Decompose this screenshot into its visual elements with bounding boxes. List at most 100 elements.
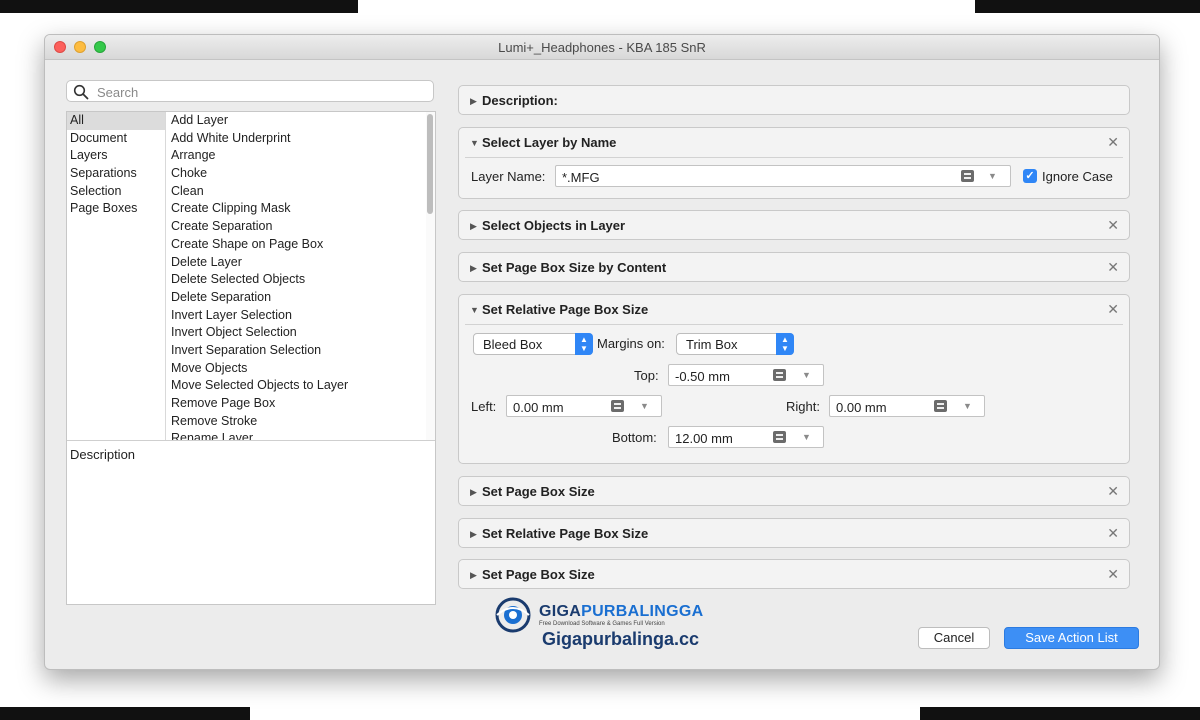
disclosure-right-icon[interactable]: ▶ bbox=[470, 263, 477, 274]
cancel-button[interactable]: Cancel bbox=[918, 627, 990, 649]
action-item[interactable]: Move Objects bbox=[166, 360, 424, 378]
frame-corner bbox=[0, 0, 358, 13]
save-action-list-button[interactable]: Save Action List bbox=[1004, 627, 1139, 649]
section-header[interactable]: ▼ Set Relative Page Box Size ✕ bbox=[459, 295, 1129, 324]
top-input[interactable] bbox=[673, 367, 772, 385]
layer-name-label: Layer Name: bbox=[471, 169, 546, 184]
chevron-down-icon[interactable]: ▼ bbox=[802, 432, 811, 442]
close-icon[interactable]: ✕ bbox=[1107, 483, 1119, 500]
variable-icon[interactable] bbox=[934, 400, 947, 412]
box-type-popup[interactable]: Bleed Box ▲ ▼ bbox=[473, 333, 593, 355]
action-item[interactable]: Arrange bbox=[166, 147, 424, 165]
left-label: Left: bbox=[471, 399, 497, 414]
disclosure-down-icon[interactable]: ▼ bbox=[470, 305, 479, 315]
section-set-page-box-size-by-content: ▶ Set Page Box Size by Content ✕ bbox=[458, 252, 1130, 282]
action-item[interactable]: Create Clipping Mask bbox=[166, 200, 424, 218]
description-panel: Description bbox=[67, 440, 435, 605]
action-item[interactable]: Invert Object Selection bbox=[166, 324, 424, 342]
watermark-brand-part2: PURBALINGGA bbox=[581, 603, 704, 620]
layer-name-input[interactable] bbox=[560, 168, 954, 186]
right-input[interactable] bbox=[834, 398, 933, 416]
title-bar: Lumi+_Headphones - KBA 185 SnR bbox=[45, 35, 1159, 60]
action-item[interactable]: Remove Page Box bbox=[166, 395, 424, 413]
right-field: ▼ bbox=[829, 395, 985, 417]
action-item[interactable]: Delete Layer bbox=[166, 254, 424, 272]
right-label: Right: bbox=[786, 399, 820, 414]
action-item[interactable]: Move Selected Objects to Layer bbox=[166, 377, 424, 395]
variable-icon[interactable] bbox=[961, 170, 974, 182]
left-field: ▼ bbox=[506, 395, 662, 417]
bottom-input[interactable] bbox=[673, 429, 772, 447]
action-item[interactable]: Add Layer bbox=[166, 112, 424, 130]
section-set-relative-page-box-size-2: ▶ Set Relative Page Box Size ✕ bbox=[458, 518, 1130, 548]
action-item[interactable]: Clean bbox=[166, 183, 424, 201]
margins-on-value: Trim Box bbox=[686, 337, 738, 352]
bottom-field: ▼ bbox=[668, 426, 824, 448]
section-header[interactable]: ▶ Set Page Box Size ✕ bbox=[459, 477, 1129, 506]
search-input[interactable] bbox=[95, 83, 429, 101]
disclosure-right-icon[interactable]: ▶ bbox=[470, 570, 477, 581]
category-item-document[interactable]: Document bbox=[67, 130, 165, 148]
action-list-window: Lumi+_Headphones - KBA 185 SnR All Docum… bbox=[44, 34, 1160, 670]
close-icon[interactable]: ✕ bbox=[1107, 301, 1119, 318]
close-icon[interactable]: ✕ bbox=[1107, 525, 1119, 542]
category-item-selection[interactable]: Selection bbox=[67, 183, 165, 201]
action-item[interactable]: Choke bbox=[166, 165, 424, 183]
action-list: Add Layer Add White Underprint Arrange C… bbox=[166, 112, 424, 440]
section-header[interactable]: ▶ Description: bbox=[459, 86, 1129, 115]
category-item-layers[interactable]: Layers bbox=[67, 147, 165, 165]
section-header[interactable]: ▶ Select Objects in Layer ✕ bbox=[459, 211, 1129, 240]
search-box[interactable] bbox=[66, 80, 434, 102]
section-title: Set Page Box Size bbox=[482, 567, 595, 582]
watermark-tagline: Free Download Software & Games Full Vers… bbox=[539, 621, 665, 627]
disclosure-right-icon[interactable]: ▶ bbox=[470, 221, 477, 232]
close-icon[interactable]: ✕ bbox=[1107, 217, 1119, 234]
action-item[interactable]: Delete Separation bbox=[166, 289, 424, 307]
close-icon[interactable]: ✕ bbox=[1107, 566, 1119, 583]
action-item[interactable]: Create Shape on Page Box bbox=[166, 236, 424, 254]
disclosure-down-icon[interactable]: ▼ bbox=[470, 138, 479, 148]
chevron-down-icon[interactable]: ▼ bbox=[640, 401, 649, 411]
category-item-page-boxes[interactable]: Page Boxes bbox=[67, 200, 165, 218]
watermark-url: Gigapurbalinga.cc bbox=[542, 629, 700, 649]
section-header[interactable]: ▶ Set Page Box Size ✕ bbox=[459, 560, 1129, 589]
chevron-down-icon[interactable]: ▼ bbox=[963, 401, 972, 411]
category-list: All Document Layers Separations Selectio… bbox=[67, 112, 166, 440]
variable-icon[interactable] bbox=[773, 369, 786, 381]
disclosure-right-icon[interactable]: ▶ bbox=[470, 487, 477, 498]
action-item[interactable]: Invert Layer Selection bbox=[166, 307, 424, 325]
chevron-down-icon[interactable]: ▼ bbox=[988, 171, 997, 181]
disclosure-right-icon[interactable]: ▶ bbox=[470, 96, 477, 107]
section-title: Set Page Box Size by Content bbox=[482, 260, 667, 275]
action-item[interactable]: Create Separation bbox=[166, 218, 424, 236]
popup-stepper-icon: ▲ ▼ bbox=[575, 333, 593, 355]
section-header[interactable]: ▶ Set Relative Page Box Size ✕ bbox=[459, 519, 1129, 548]
close-icon[interactable]: ✕ bbox=[1107, 259, 1119, 276]
action-list-scrollbar[interactable] bbox=[426, 112, 435, 440]
section-divider bbox=[465, 324, 1123, 325]
chevron-down-icon[interactable]: ▼ bbox=[802, 370, 811, 380]
top-field: ▼ bbox=[668, 364, 824, 386]
action-item[interactable]: Invert Separation Selection bbox=[166, 342, 424, 360]
watermark-brand: GIGAPURBALINGGA bbox=[539, 603, 704, 621]
action-item[interactable]: Remove Stroke bbox=[166, 413, 424, 431]
action-item[interactable]: Add White Underprint bbox=[166, 130, 424, 148]
section-header[interactable]: ▶ Set Page Box Size by Content ✕ bbox=[459, 253, 1129, 282]
disclosure-right-icon[interactable]: ▶ bbox=[470, 529, 477, 540]
action-item[interactable]: Delete Selected Objects bbox=[166, 271, 424, 289]
variable-icon[interactable] bbox=[611, 400, 624, 412]
scrollbar-thumb[interactable] bbox=[427, 114, 433, 214]
section-title: Set Relative Page Box Size bbox=[482, 526, 649, 541]
section-description: ▶ Description: bbox=[458, 85, 1130, 115]
close-icon[interactable]: ✕ bbox=[1107, 134, 1119, 151]
margins-on-popup[interactable]: Trim Box ▲ ▼ bbox=[676, 333, 794, 355]
section-title: Set Page Box Size bbox=[482, 484, 595, 499]
ignore-case-checkbox[interactable]: ✓ bbox=[1023, 169, 1037, 183]
category-item-separations[interactable]: Separations bbox=[67, 165, 165, 183]
category-item-all[interactable]: All bbox=[67, 112, 165, 130]
section-header[interactable]: ▼ Select Layer by Name ✕ bbox=[459, 128, 1129, 157]
action-item[interactable]: Rename Layer bbox=[166, 430, 424, 440]
variable-icon[interactable] bbox=[773, 431, 786, 443]
left-input[interactable] bbox=[511, 398, 610, 416]
popup-stepper-icon: ▲ ▼ bbox=[776, 333, 794, 355]
